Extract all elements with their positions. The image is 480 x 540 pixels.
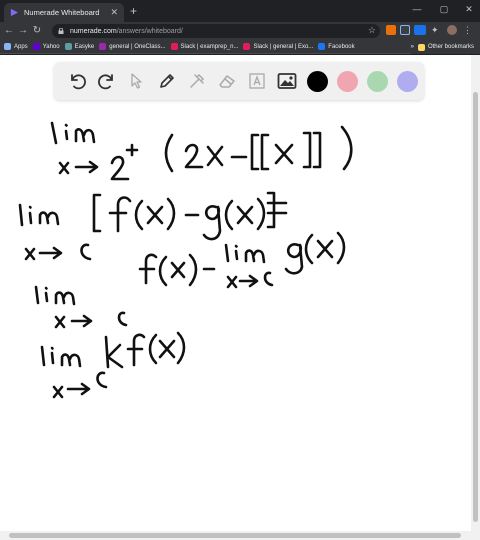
bookmark-yahoo[interactable]: Yahoo bbox=[32, 43, 60, 50]
tab-strip: Numerade Whiteboard ✕ + — ▢ ✕ bbox=[0, 0, 480, 22]
url-path: /answers/whiteboard/ bbox=[116, 27, 183, 35]
slack-icon bbox=[170, 43, 178, 50]
bookmark-oneclass[interactable]: general | OneClass... bbox=[99, 43, 166, 50]
extension-icon-blue[interactable] bbox=[400, 25, 410, 35]
lock-icon bbox=[58, 28, 64, 34]
maximize-button[interactable]: ▢ bbox=[437, 3, 451, 15]
tab-numerade-whiteboard[interactable]: Numerade Whiteboard ✕ bbox=[4, 3, 124, 22]
bookmark-easyke[interactable]: Easyke bbox=[64, 43, 94, 50]
vertical-scrollbar[interactable] bbox=[471, 55, 480, 531]
url-host: numerade.com bbox=[70, 27, 117, 35]
ink-line-1 bbox=[50, 121, 353, 181]
folder-icon bbox=[417, 43, 425, 51]
handwriting-ink-layer bbox=[18, 121, 353, 399]
new-tab-button[interactable]: + bbox=[130, 4, 137, 18]
easyke-icon bbox=[64, 43, 72, 50]
more-bookmarks-chevron-icon[interactable]: » bbox=[411, 44, 414, 50]
numerade-favicon-icon bbox=[10, 8, 19, 17]
bookmark-slack-general[interactable]: Slack | general | Exo... bbox=[243, 43, 313, 50]
slack-icon bbox=[243, 43, 251, 50]
bookmark-slack-examprep[interactable]: Slack | examprep_n... bbox=[170, 43, 238, 50]
bookmarks-overflow: » Other bookmarks bbox=[410, 40, 480, 54]
profile-avatar[interactable] bbox=[447, 25, 457, 35]
back-arrow-icon[interactable]: ← bbox=[2, 22, 16, 40]
horizontal-scroll-thumb[interactable] bbox=[9, 533, 461, 538]
vertical-scroll-thumb[interactable] bbox=[473, 92, 478, 522]
horizontal-scrollbar[interactable] bbox=[0, 531, 480, 540]
minimize-button[interactable]: — bbox=[410, 3, 424, 15]
extensions-puzzle-icon[interactable]: ✦ bbox=[431, 25, 441, 35]
address-bar[interactable]: numerade.com /answers/whiteboard/ ☆ bbox=[52, 24, 380, 38]
ink-line-4 bbox=[40, 331, 186, 399]
bookmarks-bar: Apps Yahoo Easyke general | OneClass... … bbox=[0, 40, 480, 54]
apps-grid-icon bbox=[4, 43, 11, 50]
oneclass-icon bbox=[99, 43, 107, 50]
tab-close-icon[interactable]: ✕ bbox=[110, 8, 118, 17]
facebook-icon bbox=[318, 43, 326, 50]
browser-window: Numerade Whiteboard ✕ + — ▢ ✕ ← → ↻ nume… bbox=[0, 0, 480, 540]
bookmark-apps[interactable]: Apps bbox=[4, 43, 28, 50]
extension-icon-orange[interactable] bbox=[386, 25, 396, 35]
bookmark-star-icon[interactable]: ☆ bbox=[368, 25, 376, 36]
reload-icon[interactable]: ↻ bbox=[30, 22, 44, 40]
bookmark-facebook[interactable]: Facebook bbox=[318, 43, 355, 50]
other-bookmarks[interactable]: Other bookmarks bbox=[417, 43, 474, 51]
tab-title: Numerade Whiteboard bbox=[24, 8, 100, 17]
ink-line-2 bbox=[18, 191, 288, 261]
forward-arrow-icon[interactable]: → bbox=[16, 22, 30, 40]
yahoo-icon bbox=[32, 43, 40, 50]
extension-icon-webcam[interactable] bbox=[414, 25, 426, 35]
menu-kebab-icon[interactable]: ⋮ bbox=[463, 25, 473, 35]
close-window-button[interactable]: ✕ bbox=[462, 3, 476, 15]
